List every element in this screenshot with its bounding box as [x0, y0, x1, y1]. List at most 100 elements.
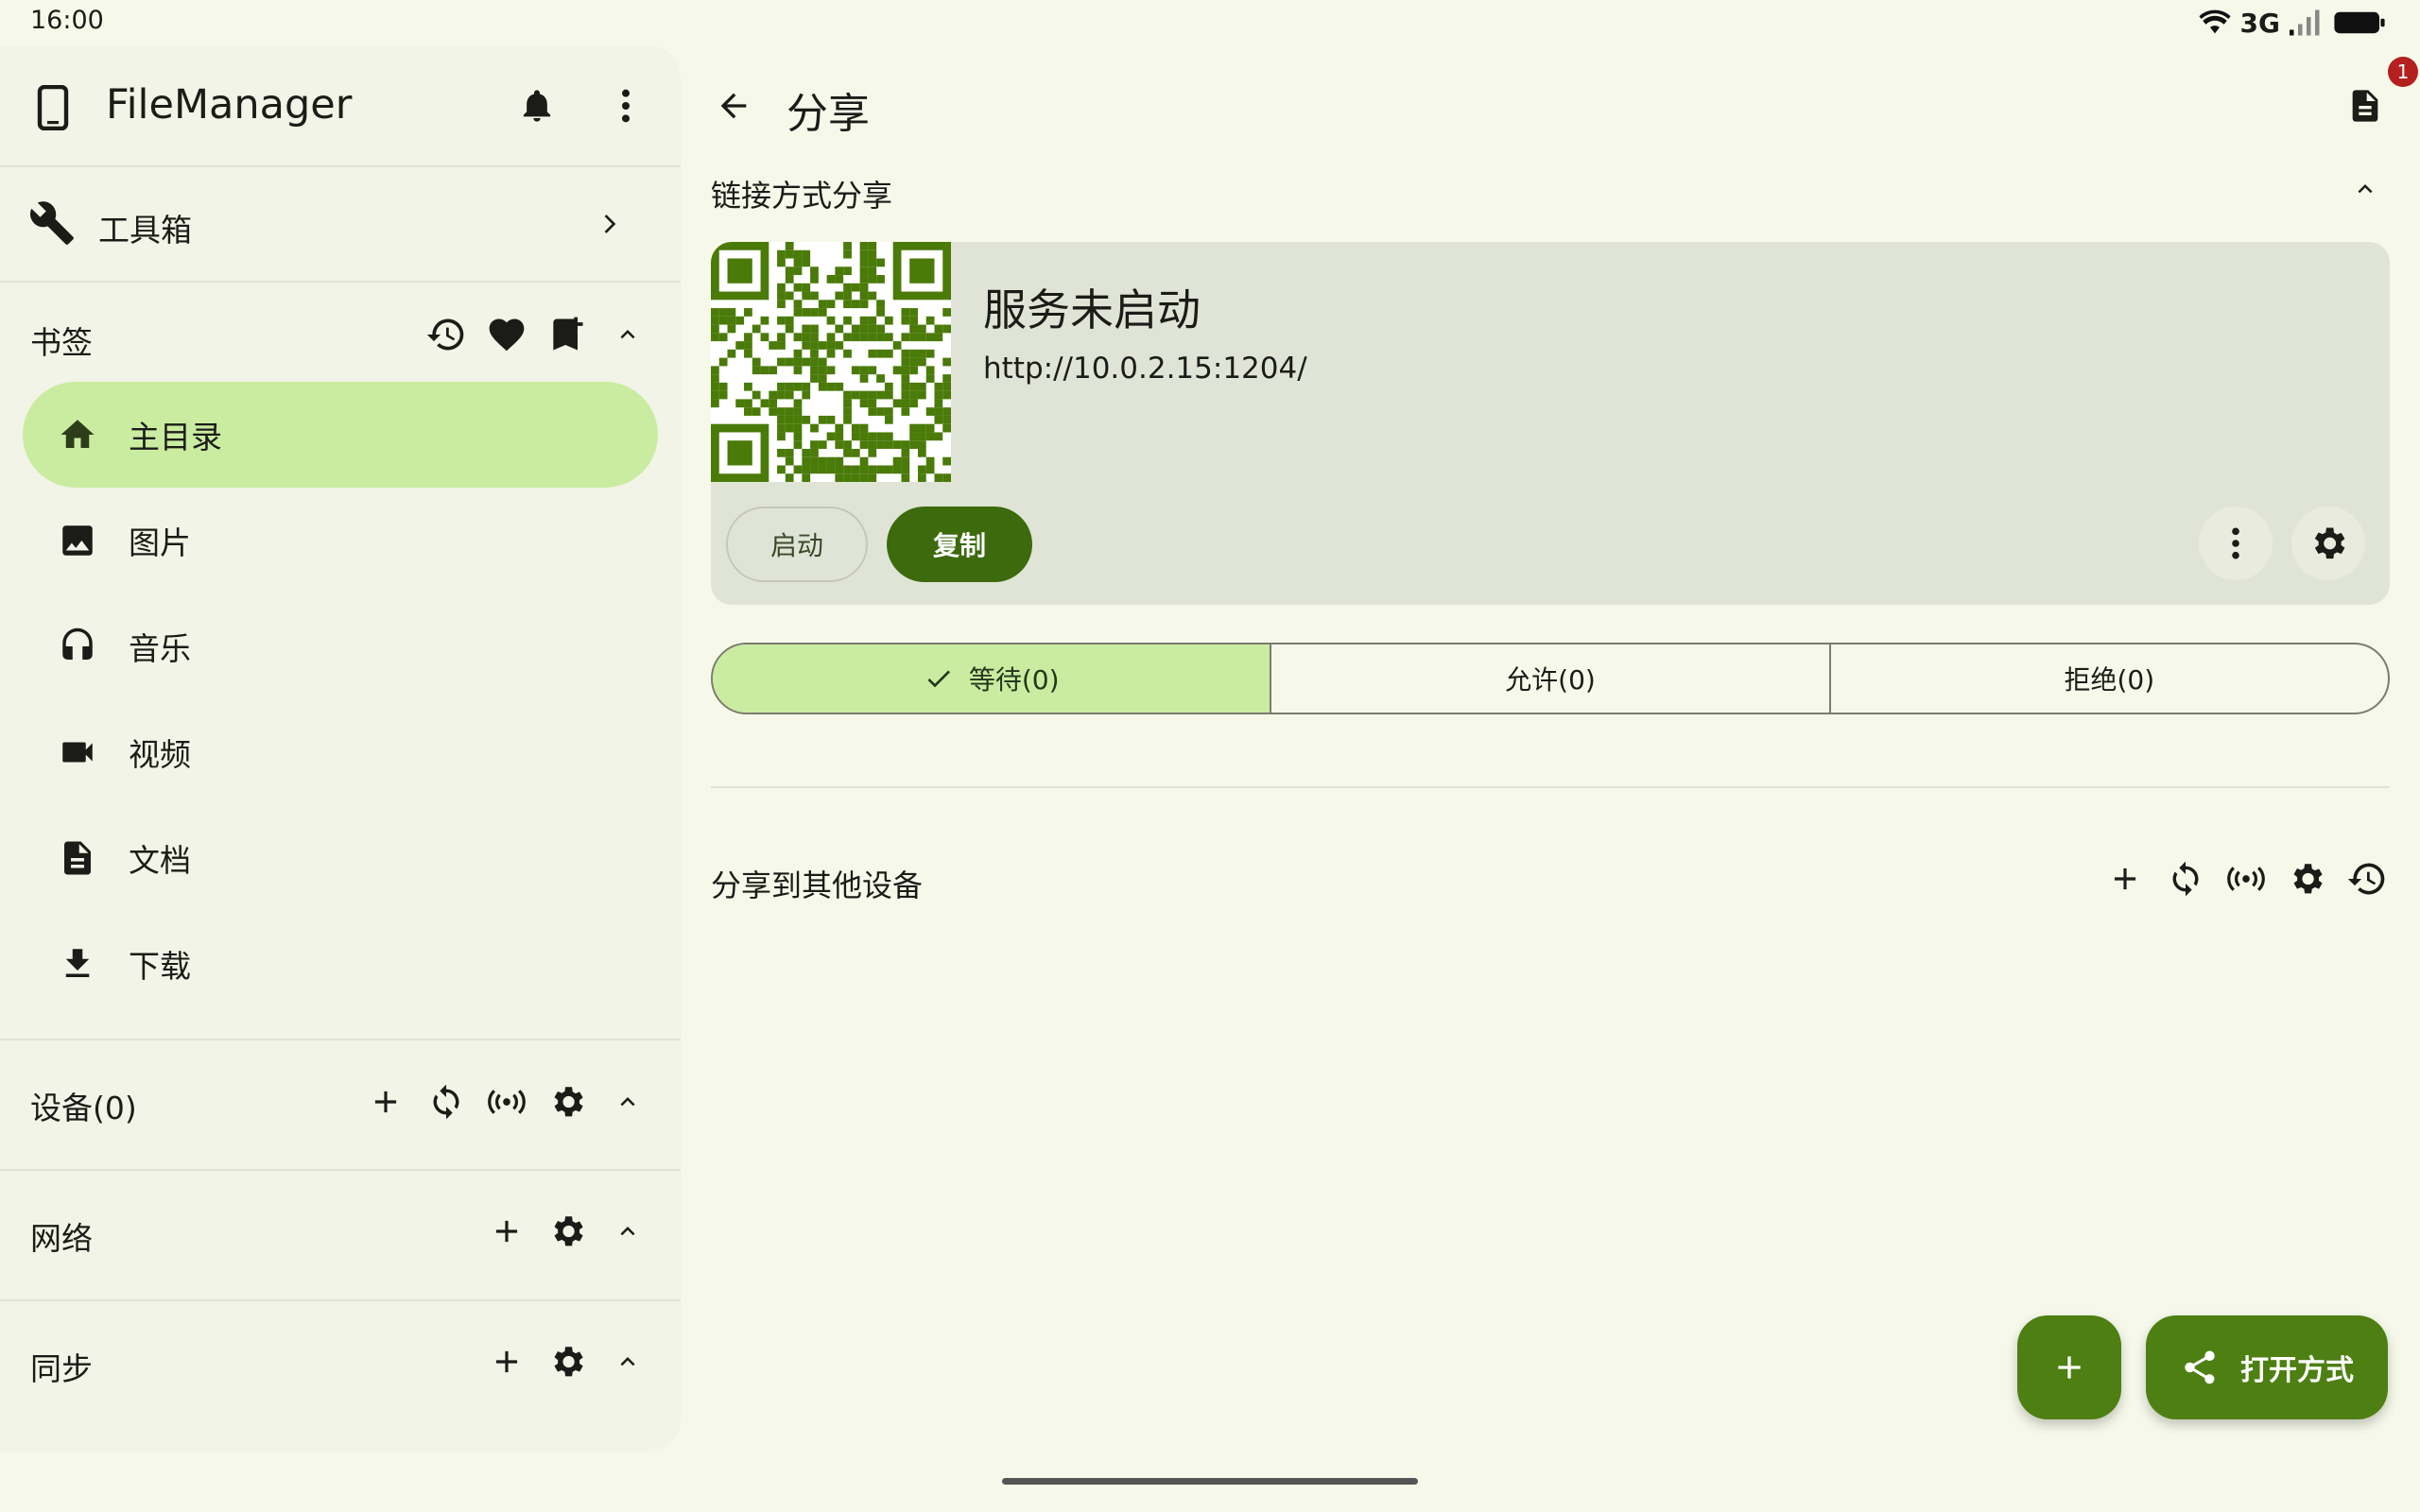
toolbox-label: 工具箱: [98, 212, 192, 249]
collapse-link-share-button[interactable]: [2341, 164, 2390, 214]
nav-item-music[interactable]: 音乐: [23, 593, 658, 699]
tab-rejected[interactable]: 拒绝(0): [1831, 644, 2388, 713]
sync-icon: [2172, 861, 2199, 897]
heart-icon: [489, 318, 525, 352]
nav-item-label: 视频: [129, 736, 191, 773]
chevron-up-icon: [620, 1227, 635, 1236]
add-bookmark-button[interactable]: [543, 310, 592, 359]
nav-item-label: 下载: [129, 948, 191, 985]
tab-label: 等待(0): [968, 664, 1060, 696]
service-status: 服务未启动: [983, 284, 1201, 335]
network-label: 网络: [30, 1220, 93, 1257]
add-target-button[interactable]: [2100, 854, 2150, 903]
plus-icon: [2114, 868, 2136, 890]
status-bar: 16:00 3G: [0, 0, 2420, 43]
document-icon: [2352, 90, 2378, 122]
chevron-up-icon: [2358, 184, 2373, 194]
history-icon: [426, 318, 464, 351]
gesture-handle[interactable]: [1002, 1478, 1418, 1485]
chevron-up-icon: [620, 1097, 635, 1107]
refresh-devices-button[interactable]: [422, 1077, 471, 1126]
bookmarks-label: 书签: [30, 324, 93, 361]
broadcast-icon: [488, 1090, 526, 1114]
log-button[interactable]: [2341, 81, 2390, 130]
refresh-targets-button[interactable]: [2161, 854, 2210, 903]
plus-icon: [495, 1220, 518, 1243]
add-fab[interactable]: [2017, 1315, 2121, 1419]
add-network-button[interactable]: [482, 1207, 531, 1256]
gear-icon: [554, 1216, 583, 1246]
network-settings-button[interactable]: [543, 1207, 592, 1256]
qr-code[interactable]: [711, 242, 951, 482]
sync-icon: [433, 1084, 459, 1120]
targets-history-button[interactable]: [2342, 854, 2392, 903]
broadcast-button[interactable]: [482, 1077, 531, 1126]
gear-icon: [554, 1347, 583, 1377]
nav-item-videos[interactable]: 视频: [23, 699, 658, 805]
request-tabs: 等待(0) 允许(0) 拒绝(0): [711, 643, 2390, 714]
navigation-drawer: FileManager 工具箱 书签 主目录 图片 音乐 视频 文档 下载 设备…: [0, 45, 681, 1452]
broadcast-targets-button[interactable]: [2221, 854, 2271, 903]
card-settings-button[interactable]: [2291, 507, 2365, 580]
divider: [711, 786, 2390, 788]
favorites-button[interactable]: [482, 310, 531, 359]
share-url[interactable]: http://10.0.2.15:1204/: [983, 352, 1307, 386]
video-icon: [51, 726, 104, 779]
nav-item-label: 图片: [129, 524, 191, 561]
devices-label: 设备(0): [30, 1090, 137, 1126]
toolbox-row[interactable]: 工具箱: [0, 167, 681, 281]
plus-icon: [2058, 1356, 2081, 1379]
history-button[interactable]: [422, 310, 471, 359]
arrow-left-icon: [720, 93, 747, 119]
add-sync-button[interactable]: [482, 1337, 531, 1386]
document-icon: [51, 832, 104, 885]
tab-waiting[interactable]: 等待(0): [713, 644, 1272, 713]
wrench-icon: [28, 199, 76, 247]
nav-item-downloads[interactable]: 下载: [23, 911, 658, 1017]
gear-icon: [2314, 527, 2345, 559]
sync-settings-button[interactable]: [543, 1337, 592, 1386]
collapse-network-button[interactable]: [603, 1207, 652, 1256]
link-share-label: 链接方式分享: [711, 178, 893, 214]
page-title: 分享: [786, 90, 870, 138]
status-time: 16:00: [30, 6, 104, 35]
check-icon: [927, 670, 950, 688]
back-button[interactable]: [709, 81, 758, 130]
plus-icon: [495, 1350, 518, 1373]
open-with-fab[interactable]: 打开方式: [2146, 1315, 2388, 1419]
add-device-button[interactable]: [361, 1077, 410, 1126]
status-icons: 3G: [2198, 6, 2386, 40]
nav-item-home[interactable]: 主目录: [23, 382, 658, 488]
targets-settings-button[interactable]: [2282, 854, 2331, 903]
collapse-sync-button[interactable]: [603, 1337, 652, 1386]
bell-icon: [523, 90, 551, 122]
collapse-devices-button[interactable]: [603, 1077, 652, 1126]
notification-badge: 1: [2388, 57, 2418, 87]
nav-item-images[interactable]: 图片: [23, 488, 658, 593]
nav-item-documents[interactable]: 文档: [23, 805, 658, 911]
device-settings-button[interactable]: [543, 1077, 592, 1126]
open-with-label: 打开方式: [2240, 1354, 2354, 1387]
nav-item-label: 音乐: [129, 630, 191, 667]
copy-button[interactable]: 复制: [887, 507, 1032, 582]
chevron-right-icon: [596, 209, 626, 239]
image-icon: [51, 514, 104, 567]
start-button[interactable]: 启动: [726, 507, 868, 582]
share-card: 服务未启动 http://10.0.2.15:1204/ 启动 复制: [711, 242, 2390, 605]
collapse-bookmarks-button[interactable]: [603, 310, 652, 359]
nav-item-label: 主目录: [129, 419, 222, 455]
tab-allowed[interactable]: 允许(0): [1271, 644, 1831, 713]
headphones-icon: [51, 620, 104, 673]
chevron-up-icon: [620, 330, 635, 339]
tab-label: 允许(0): [1505, 664, 1596, 696]
bookmark-add-icon: [553, 317, 583, 351]
battery-icon: [2333, 9, 2386, 36]
gear-icon: [2293, 864, 2323, 894]
more-options-button[interactable]: [601, 81, 650, 130]
share-icon: [2185, 1350, 2215, 1384]
card-more-button[interactable]: [2199, 507, 2273, 580]
nav-item-label: 文档: [129, 842, 191, 879]
download-icon: [51, 937, 104, 990]
notifications-button[interactable]: [512, 81, 562, 130]
phone-icon: [34, 85, 72, 130]
